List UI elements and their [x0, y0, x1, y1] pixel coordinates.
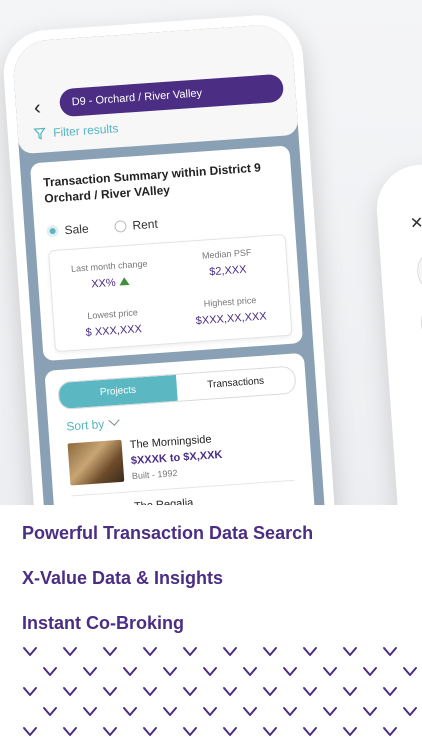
radio-empty-icon: [114, 219, 127, 233]
chevron-pattern-icon: [163, 667, 177, 676]
sort-by-dropdown[interactable]: Sort by: [65, 414, 120, 434]
stat-label: Last month change: [70, 258, 148, 274]
chevron-pattern-icon: [383, 687, 397, 696]
chevron-pattern-icon: [403, 707, 417, 716]
stat-highest-price: Highest price $XXX,XX,XXX: [171, 293, 291, 329]
chevron-down-icon: [108, 414, 120, 426]
chevron-pattern-icon: [283, 667, 297, 676]
chevron-pattern-icon: [363, 667, 377, 676]
close-icon[interactable]: ✕: [409, 213, 422, 234]
stat-median-psf: Median PSF $2,XXX: [167, 245, 287, 281]
chevron-pattern-icon: [23, 727, 37, 736]
chevron-pattern-icon: [63, 687, 77, 696]
chevron-pattern-icon: [143, 687, 157, 696]
district-selector[interactable]: D9 - Orchard / River Valley: [58, 73, 285, 118]
project-name[interactable]: The Morningside: [129, 434, 212, 452]
project-thumbnail[interactable]: [67, 439, 125, 486]
back-arrow-icon[interactable]: ‹: [33, 97, 41, 120]
stat-lowest-price: Lowest price $ XXX,XXX: [53, 305, 173, 341]
top-bar: ‹ D9 - Orchard / River Valley Filter res…: [11, 22, 299, 155]
chevron-pattern-icon: [343, 687, 357, 696]
feature-xvalue-insights: X-Value Data & Insights: [22, 568, 224, 588]
chevron-pattern-icon: [183, 687, 197, 696]
chevron-pattern-icon: [143, 727, 157, 736]
chevron-pattern-icon: [383, 647, 397, 656]
chevron-pattern-icon: [303, 727, 317, 736]
stats-box: Last month change XX% Median PSF $2,XXX …: [48, 233, 293, 353]
chevron-pattern-icon: [123, 707, 137, 716]
feature-transaction-search: Powerful Transaction Data Search: [22, 523, 314, 543]
chevron-pattern-icon: [103, 727, 117, 736]
filter-results-link[interactable]: Filter results: [33, 121, 119, 141]
chevron-pattern-icon: [183, 727, 197, 736]
chevron-pattern-icon: [263, 727, 277, 736]
rent-label: Rent: [131, 216, 159, 233]
chevron-pattern-icon: [183, 647, 197, 656]
filter-icon: [33, 127, 46, 140]
stat-value: $2,XXX: [208, 263, 247, 279]
avatar: [415, 248, 422, 294]
stat-value: $ XXX,XXX: [85, 323, 143, 340]
tab-transactions[interactable]: Transactions: [175, 366, 296, 401]
project-built-year: Built - 1992: [131, 467, 178, 482]
chevron-pattern-icon: [23, 687, 37, 696]
chevron-pattern-icon: [243, 707, 257, 716]
chevron-pattern-icon: [363, 707, 377, 716]
summary-title: Transaction Summary within District 9 Or…: [42, 160, 262, 206]
chevron-pattern-icon: [23, 647, 37, 656]
radio-selected-icon: [46, 224, 60, 238]
chevron-pattern-icon: [43, 667, 57, 676]
chevron-pattern-icon: [103, 687, 117, 696]
stat-value: XX%: [51, 273, 170, 293]
project-price-range: $XXXK to $X,XXK: [130, 448, 223, 468]
sale-label: Sale: [64, 221, 90, 238]
chevron-pattern-icon: [343, 727, 357, 736]
chevron-pattern-icon: [383, 727, 397, 736]
chevron-pattern-icon: [223, 687, 237, 696]
filter-label: Filter results: [52, 121, 119, 140]
chevron-pattern-icon: [283, 707, 297, 716]
chevron-pattern-icon: [63, 727, 77, 736]
decorative-chevron-pattern: [23, 647, 417, 736]
chevron-pattern-icon: [63, 647, 77, 656]
chevron-pattern-icon: [203, 707, 217, 716]
trend-up-icon: [119, 276, 130, 286]
chevron-pattern-icon: [43, 707, 57, 716]
rent-radio[interactable]: Rent: [114, 217, 158, 234]
tab-bar: Projects Transactions: [57, 365, 297, 411]
chevron-pattern-icon: [103, 647, 117, 656]
chevron-pattern-icon: [263, 647, 277, 656]
chevron-pattern-icon: [83, 707, 97, 716]
chevron-pattern-icon: [123, 667, 137, 676]
chevron-pattern-icon: [303, 687, 317, 696]
chevron-pattern-icon: [403, 667, 417, 676]
stat-last-month-change: Last month change XX%: [50, 257, 170, 293]
stat-label: Highest price: [203, 295, 257, 309]
stat-value: $XXX,XX,XXX: [195, 310, 268, 328]
sale-radio[interactable]: Sale: [46, 222, 89, 239]
chevron-pattern-icon: [303, 647, 317, 656]
chevron-pattern-icon: [83, 667, 97, 676]
chevron-pattern-icon: [343, 647, 357, 656]
chevron-pattern-icon: [323, 667, 337, 676]
chevron-pattern-icon: [263, 687, 277, 696]
tab-projects[interactable]: Projects: [58, 374, 178, 409]
chevron-pattern-icon: [223, 727, 237, 736]
chevron-pattern-icon: [243, 667, 257, 676]
feature-co-broking: Instant Co-Broking: [22, 613, 184, 633]
stat-label: Median PSF: [201, 247, 252, 261]
chevron-pattern-icon: [143, 647, 157, 656]
chevron-pattern-icon: [223, 647, 237, 656]
chevron-pattern-icon: [323, 707, 337, 716]
transaction-summary-card: Transaction Summary within District 9 Or…: [29, 145, 304, 362]
stat-label: Lowest price: [87, 307, 139, 321]
sort-by-label: Sort by: [65, 416, 105, 434]
chevron-pattern-icon: [163, 707, 177, 716]
chevron-pattern-icon: [203, 667, 217, 676]
app-store-screenshot: ✕ ‹ D9 - Orchard / River Valley Filter r…: [0, 0, 422, 750]
